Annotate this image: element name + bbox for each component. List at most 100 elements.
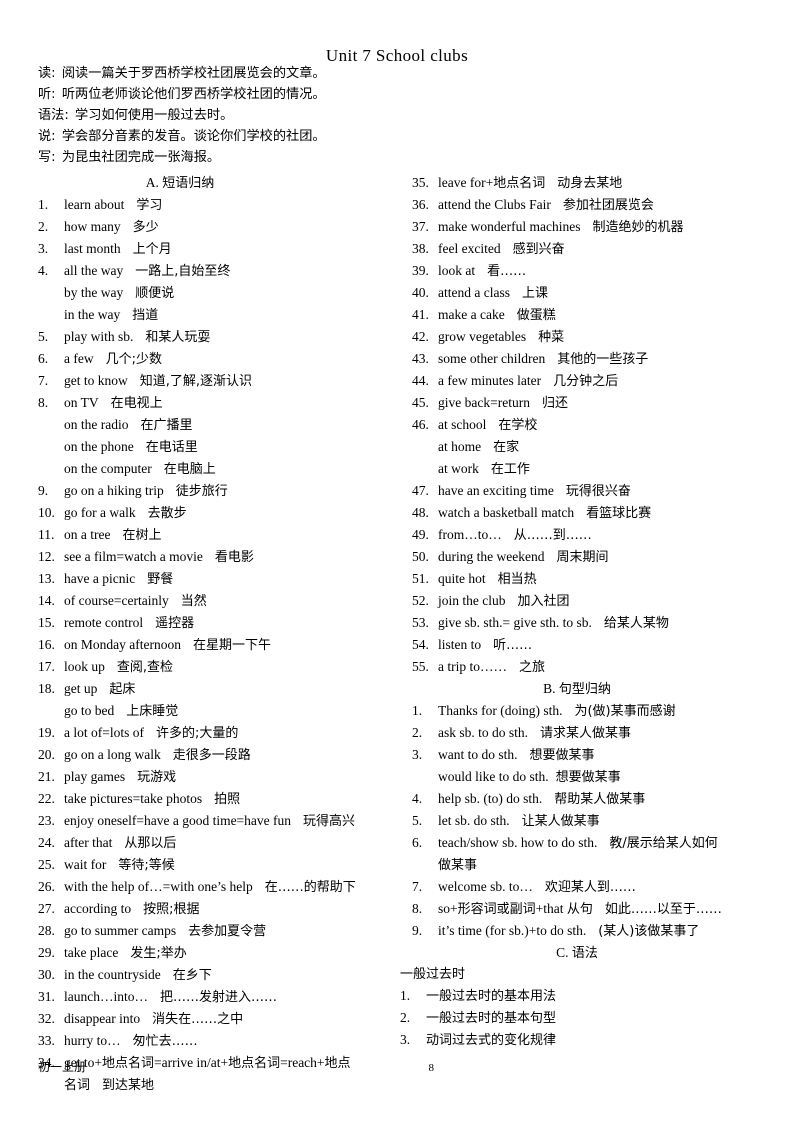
chinese-gloss: 动身去某地 [557,176,623,191]
list-text: on the phone 在电话里 [64,436,198,458]
pattern-row: 8. so+形容词或副词+that 从句 如此……以至于…… [400,898,794,920]
phrase-row: 15. remote control 遥控器 [0,612,400,634]
phrase-row: 42. grow vegetables 种菜 [400,326,794,348]
chinese-inline: 形容词或副词 [457,902,536,917]
phrase-row: 12. see a film=watch a movie 看电影 [0,546,400,568]
list-number: 38. [412,241,429,256]
list-text: 名词 到达某地 [64,1074,154,1096]
pattern-row: 2. ask sb. to do sth. 请求某人做某事 [400,722,794,744]
objective-label: 说: [38,129,56,144]
list-number: 54. [412,637,429,652]
english-phrase: after that [64,835,113,850]
section-letter: C. [556,945,572,960]
list-text: take pictures=take photos 拍照 [64,788,240,810]
list-number: 4. [38,263,49,278]
objective-line: 写: 为昆虫社团完成一张海报。 [38,147,538,168]
english-phrase: play games [64,769,126,784]
footer-page-number: 8 [428,1062,435,1074]
list-number: 4. [412,791,423,806]
chinese-gloss: 从那以后 [124,836,177,851]
list-text: play with sb. 和某人玩耍 [64,326,210,348]
phrase-row: 46. at school 在学校 [400,414,794,436]
list-text: go to summer camps 去参加夏令营 [64,920,266,942]
chinese-inline: 名词 [64,1078,91,1093]
phrase-row: 48. watch a basketball match 看篮球比赛 [400,502,794,524]
list-text: wait for 等待;等候 [64,854,175,876]
english-phrase: give sb. sth.= give sth. to sb. [438,615,592,630]
list-number: 35. [412,175,429,190]
chinese-gloss: 在电话里 [145,440,198,455]
english-phrase: make wonderful machines [438,219,581,234]
list-number: 1. [400,988,411,1003]
phrase-row: 30. in the countryside 在乡下 [0,964,400,986]
english-phrase: in the way [64,307,121,322]
english-phrase: take pictures=take photos [64,791,203,806]
list-text: it’s time (for sb.)+to do sth. (某人)该做某事了 [438,920,699,942]
chinese-gloss: 周末期间 [556,550,609,565]
list-number: 17. [38,659,55,674]
objective-text: 学会部分音素的发音。谈论你们学校的社团。 [57,129,326,144]
left-column: A. 短语归纳 1. learn about 学习 2. how many 多少 3. last… [0,172,400,1096]
phrase-row: 50. during the weekend 周末期间 [400,546,794,568]
list-number: 31. [38,989,55,1004]
list-text: from…to… 从……到…… [438,524,592,546]
english-phrase: leave for+地点名词 [438,175,546,191]
chinese-gloss: 看…… [487,264,527,279]
grammar-row: 1. 一般过去时的基本用法 [400,985,794,1007]
english-phrase: on the radio [64,417,129,432]
list-text: a trip to…… 之旅 [438,656,545,678]
phrase-row: 41. make a cake 做蛋糕 [400,304,794,326]
list-number: 5. [412,813,423,828]
english-phrase: with the help of…=with one’s help [64,879,253,894]
chinese-gloss: 种菜 [538,330,565,345]
chinese-gloss: 在广播里 [140,418,193,433]
section-heading-b: B. 句型归纳 [400,678,794,700]
phrase-row: on the computer 在电脑上 [0,458,400,480]
english-phrase: on Monday afternoon [64,637,181,652]
chinese-gloss: 拍照 [214,792,241,807]
list-text: quite hot 相当热 [438,568,537,590]
english-phrase: during the weekend [438,549,545,564]
right-column: 35. leave for+地点名词 动身去某地 36. attend the Club… [400,172,794,1051]
list-text: on Monday afternoon 在星期一下午 [64,634,271,656]
list-number: 20. [38,747,55,762]
chinese-gloss: 在乡下 [172,968,212,983]
list-number: 3. [400,1032,411,1047]
list-number: 46. [412,417,429,432]
section-title: 短语归纳 [162,176,215,191]
phrase-row: 13. have a picnic 野餐 [0,568,400,590]
list-number: 21. [38,769,55,784]
list-number: 52. [412,593,429,608]
english-phrase: make a cake [438,307,505,322]
objective-line: 读: 阅读一篇关于罗西桥学校社团展览会的文章。 [38,63,538,84]
list-text: in the countryside 在乡下 [64,964,212,986]
phrase-row: 4. all the way 一路上,自始至终 [0,260,400,282]
chinese-gloss: 许多的;大量的 [155,726,239,741]
list-number: 7. [412,879,423,894]
list-text: get to know 知道,了解,逐渐认识 [64,370,252,392]
list-number: 10. [38,505,55,520]
english-phrase: have a picnic [64,571,136,586]
chinese-gloss: 当然 [180,594,207,609]
english-phrase: quite hot [438,571,486,586]
chinese-gloss: 在星期一下午 [192,638,271,653]
phrase-row: 29. take place 发生;举办 [0,942,400,964]
list-number: 28. [38,923,55,938]
list-text: on the computer 在电脑上 [64,458,216,480]
phrase-row: 37. make wonderful machines 制造绝妙的机器 [400,216,794,238]
pattern-row: 5. let sb. do sth. 让某人做某事 [400,810,794,832]
section-heading-c: C. 语法 [400,942,794,964]
chinese-gloss: 在学校 [498,418,538,433]
english-phrase: at work [438,461,479,476]
list-number: 30. [38,967,55,982]
list-number: 40. [412,285,429,300]
list-text: according to 按照;根据 [64,898,200,920]
list-text: with the help of…=with one’s help 在……的帮助下 [64,876,356,898]
english-phrase: last month [64,241,121,256]
list-text: take place 发生;举办 [64,942,187,964]
chinese-gloss: 遥控器 [155,616,195,631]
list-number: 2. [400,1010,411,1025]
list-text: at work 在工作 [438,458,530,480]
phrase-row: 9. go on a hiking trip 徒步旅行 [0,480,400,502]
pattern-row: 1. Thanks for (doing) sth. 为(做)某事而感谢 [400,700,794,722]
